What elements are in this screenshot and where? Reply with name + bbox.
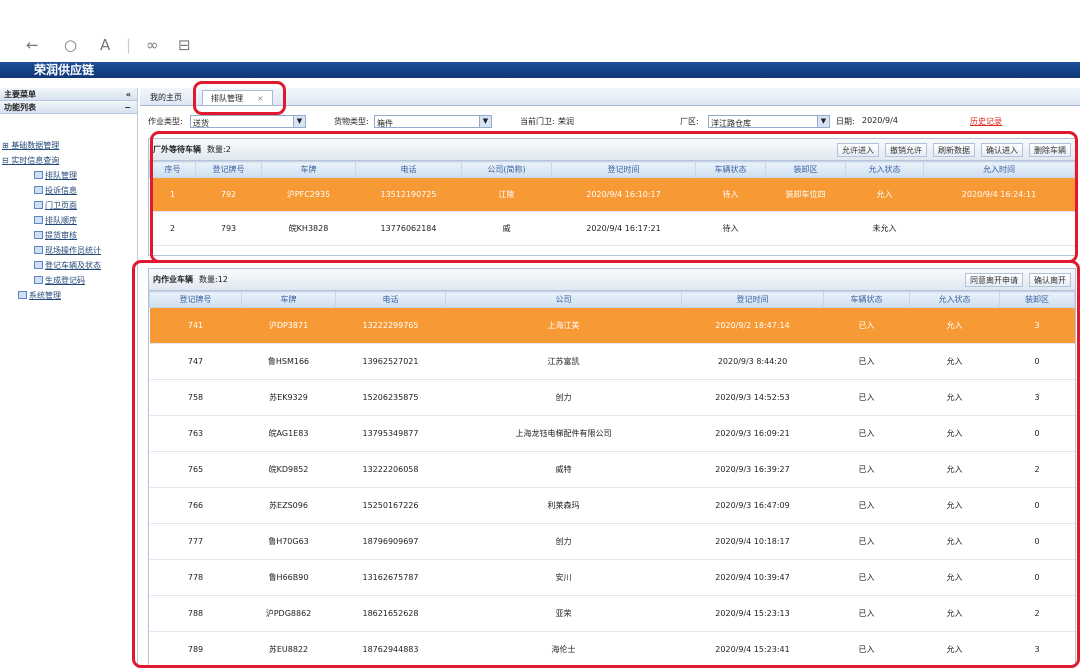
sidebar-item-queue[interactable]: 排队管理 bbox=[0, 168, 137, 183]
page-icon bbox=[34, 216, 43, 224]
collapse-tree-icon: ⊟ bbox=[2, 156, 9, 165]
menu-tree: ⊞ 基础数据管理 ⊟ 实时信息查询 排队管理 投诉信息 门卫页面 排队顺序 提货… bbox=[0, 114, 137, 303]
area-select[interactable]: 洋江路仓库 ▼ bbox=[708, 115, 830, 128]
sidebar: 主要菜单 « 功能列表 − ⊞ 基础数据管理 ⊟ 实时信息查询 排队管理 投诉信息 … bbox=[0, 88, 138, 668]
annotation-highlight bbox=[132, 260, 1080, 668]
work-type-select[interactable]: 送货 ▼ bbox=[190, 115, 306, 128]
page-icon bbox=[18, 291, 27, 299]
refresh-icon[interactable]: ○ bbox=[64, 36, 77, 54]
gate-value: 荣润 bbox=[558, 117, 574, 126]
date-label: 日期: bbox=[836, 117, 855, 126]
sidebar-item-stats[interactable]: 现场操作员统计 bbox=[0, 243, 137, 258]
sidebar-item-basic-data[interactable]: ⊞ 基础数据管理 bbox=[0, 138, 137, 153]
func-title: 功能列表 bbox=[4, 103, 36, 112]
font-icon[interactable]: A bbox=[100, 36, 110, 54]
page-icon bbox=[34, 171, 43, 179]
date-value: 2020/9/4 bbox=[862, 116, 898, 125]
sidebar-item-complaint[interactable]: 投诉信息 bbox=[0, 183, 137, 198]
app-title: 荣润供应链 bbox=[0, 62, 1080, 78]
minus-icon[interactable]: − bbox=[124, 101, 131, 114]
sidebar-item-code[interactable]: 生成登记码 bbox=[0, 273, 137, 288]
page-icon bbox=[34, 201, 43, 209]
page-icon bbox=[34, 261, 43, 269]
page-icon bbox=[34, 276, 43, 284]
sidebar-header: 主要菜单 « bbox=[0, 88, 137, 101]
sidebar-item-system[interactable]: 系统管理 bbox=[0, 288, 137, 303]
back-icon[interactable]: ← bbox=[26, 36, 39, 54]
gate-label: 当前门卫: bbox=[520, 117, 555, 126]
collapse-icon[interactable]: « bbox=[126, 88, 131, 101]
layout-icon[interactable]: ⊟ bbox=[178, 36, 191, 54]
page-icon bbox=[34, 246, 43, 254]
sidebar-item-order[interactable]: 排队顺序 bbox=[0, 213, 137, 228]
chevron-down-icon: ▼ bbox=[293, 116, 305, 127]
annotation-highlight bbox=[193, 81, 286, 115]
sidebar-item-vehicles[interactable]: 登记车辆及状态 bbox=[0, 258, 137, 273]
goods-type-select[interactable]: 箱件 ▼ bbox=[374, 115, 492, 128]
annotation-highlight bbox=[150, 131, 1078, 263]
history-link[interactable]: 历史记录 bbox=[970, 116, 1002, 127]
chevron-down-icon: ▼ bbox=[479, 116, 491, 127]
menu-title: 主要菜单 bbox=[4, 90, 36, 99]
main-area: 我的主页 排队管理 × 作业类型: 送货 ▼ 货物类型: 箱件 ▼ 当前门卫: 荣润 … bbox=[132, 81, 1080, 668]
func-header: 功能列表 − bbox=[0, 101, 137, 114]
area-label: 厂区: bbox=[680, 117, 699, 126]
page-icon bbox=[34, 231, 43, 239]
tab-home[interactable]: 我的主页 bbox=[142, 90, 190, 105]
work-type-label: 作业类型: bbox=[148, 117, 183, 126]
expand-icon: ⊞ bbox=[2, 141, 9, 150]
sidebar-item-realtime[interactable]: ⊟ 实时信息查询 bbox=[0, 153, 137, 168]
link-icon[interactable]: ∞ bbox=[146, 36, 159, 54]
browser-toolbar: ← ○ A | ∞ ⊟ bbox=[0, 0, 1080, 62]
page-icon bbox=[34, 186, 43, 194]
chevron-down-icon: ▼ bbox=[817, 116, 829, 127]
goods-type-label: 货物类型: bbox=[334, 117, 369, 126]
sidebar-item-review[interactable]: 提货审核 bbox=[0, 228, 137, 243]
sidebar-item-gate[interactable]: 门卫页面 bbox=[0, 198, 137, 213]
filter-bar: 作业类型: 送货 ▼ 货物类型: 箱件 ▼ 当前门卫: 荣润 厂区: 洋江路仓库 ▼ … bbox=[140, 114, 1080, 130]
divider: | bbox=[126, 36, 132, 54]
